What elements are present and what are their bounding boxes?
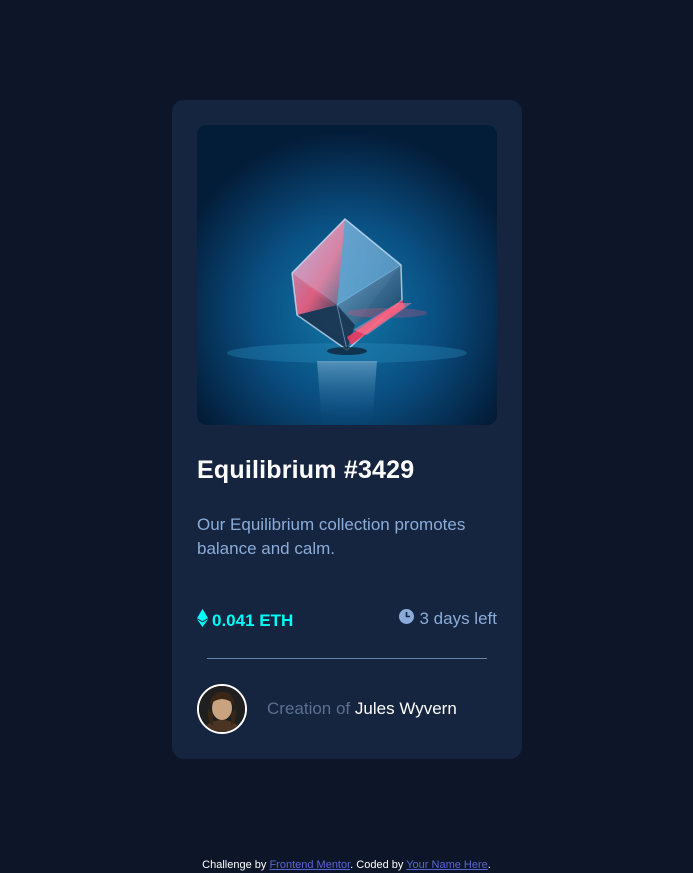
- coded-by-text: . Coded by: [350, 859, 404, 871]
- frontend-mentor-link[interactable]: Frontend Mentor: [269, 859, 350, 871]
- clock-icon: [398, 609, 414, 629]
- creation-prefix: Creation of: [267, 699, 351, 718]
- creator-text: Creation of Jules Wyvern: [267, 699, 457, 719]
- price-value: 0.041 ETH: [212, 610, 294, 630]
- your-name-link[interactable]: Your Name Here: [406, 859, 488, 871]
- attribution-end: .: [487, 859, 491, 871]
- card-stats: 0.041 ETH 3 days left: [197, 609, 497, 633]
- avatar: [197, 684, 247, 734]
- equilibrium-image[interactable]: [197, 125, 497, 425]
- time-left: 3 days left: [398, 609, 498, 629]
- card-title[interactable]: Equilibrium #3429: [197, 456, 414, 485]
- price: 0.041 ETH: [197, 609, 293, 632]
- ethereum-icon: [197, 609, 208, 632]
- card-description: Our Equilibrium collection promotes bala…: [197, 515, 466, 558]
- attribution: Challenge by Frontend Mentor. Coded by Y…: [0, 859, 693, 871]
- crystal-cube-illustration: [197, 125, 497, 425]
- time-left-text: 3 days left: [419, 609, 498, 628]
- creator: Creation of Jules Wyvern: [197, 684, 457, 734]
- nft-card: Equilibrium #3429 Our Equilibrium collec…: [172, 100, 522, 759]
- divider: [207, 658, 487, 659]
- challenge-by-text: Challenge by: [202, 859, 267, 871]
- creator-name-link[interactable]: Jules Wyvern: [355, 699, 457, 718]
